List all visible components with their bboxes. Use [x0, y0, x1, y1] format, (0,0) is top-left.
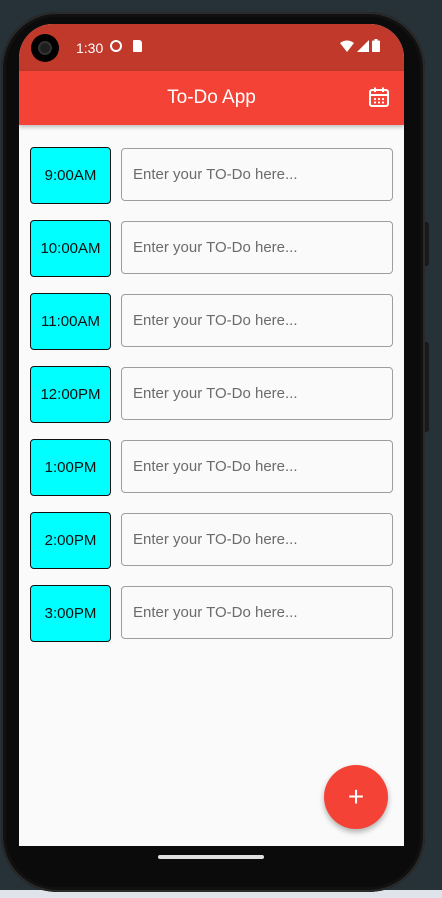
calendar-icon: [369, 87, 389, 107]
todo-input[interactable]: [121, 367, 393, 420]
time-slot-label: 11:00 AM: [30, 293, 111, 350]
calendar-button[interactable]: [368, 86, 392, 110]
list-item: 3:00 PM: [19, 575, 404, 642]
status-right-icons: [340, 39, 380, 52]
list-item: 9:00 AM: [19, 137, 404, 204]
add-todo-button[interactable]: +: [324, 765, 388, 829]
list-item: 2:00 PM: [19, 502, 404, 569]
signal-icon: [357, 39, 369, 52]
todo-input[interactable]: [121, 294, 393, 347]
time-slot-label: 10:00 AM: [30, 220, 111, 277]
status-time: 1:30: [76, 40, 104, 56]
wifi-icon: [340, 40, 354, 52]
power-button: [425, 342, 429, 432]
home-gesture-handle[interactable]: [158, 855, 264, 859]
app-title: To-Do App: [167, 87, 256, 108]
list-item: 1:00 PM: [19, 429, 404, 496]
status-bar: 1:30: [19, 24, 404, 71]
time-slot-label: 3:00 PM: [30, 585, 111, 642]
app-bar: To-Do App: [19, 71, 404, 125]
todo-input[interactable]: [121, 586, 393, 639]
todo-input[interactable]: [121, 513, 393, 566]
navigation-bar: [19, 846, 404, 876]
sd-card-icon: [133, 40, 142, 52]
list-item: 10:00 AM: [19, 210, 404, 277]
list-item: 11:00 AM: [19, 283, 404, 350]
settings-icon: [110, 40, 122, 52]
todo-input[interactable]: [121, 148, 393, 201]
todo-input[interactable]: [121, 440, 393, 493]
list-item: 12:00 PM: [19, 356, 404, 423]
time-slot-label: 2:00 PM: [30, 512, 111, 569]
camera-cutout: [31, 34, 59, 62]
battery-icon: [372, 39, 380, 52]
time-slot-label: 1:00 PM: [30, 439, 111, 496]
volume-button: [425, 222, 429, 266]
todo-input[interactable]: [121, 221, 393, 274]
app-screen: 1:30 To-Do App 9:00 AM Enter your TO-Do …: [19, 24, 404, 846]
time-slot-label: 12:00 PM: [30, 366, 111, 423]
plus-icon: +: [347, 781, 365, 812]
time-slot-label: 9:00 AM: [30, 147, 111, 204]
